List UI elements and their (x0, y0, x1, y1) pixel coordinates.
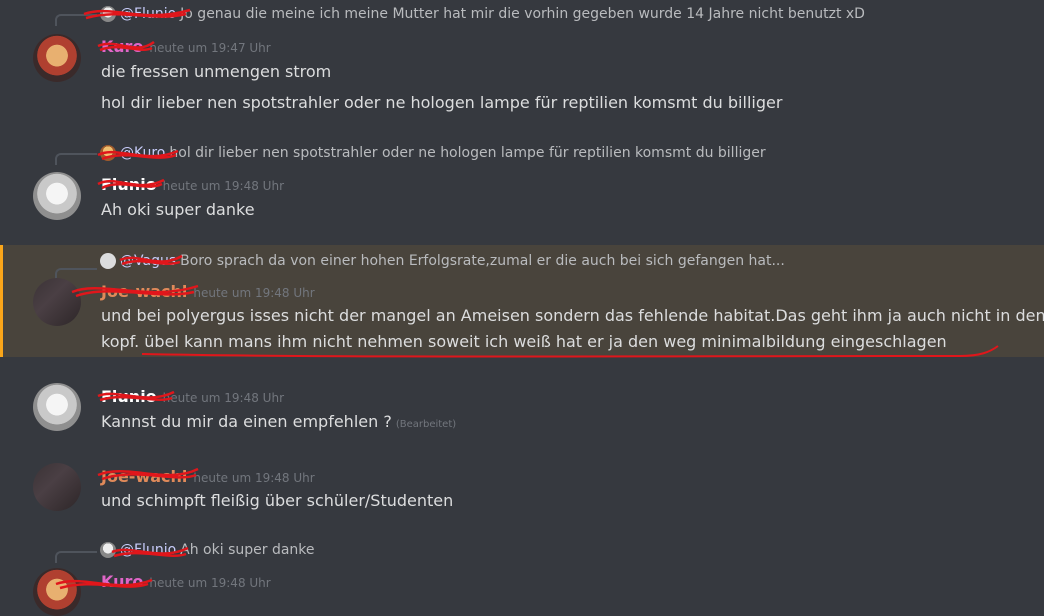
message-text: Kannst du mir da einen empfehlen ? (Bearb… (101, 411, 456, 436)
reply-preview[interactable]: @Flunio Jo genau die meine ich meine Mut… (100, 6, 865, 22)
username[interactable]: Flunio (101, 387, 157, 406)
avatar[interactable] (33, 463, 81, 511)
reply-author[interactable]: @Flunio (120, 6, 176, 22)
timestamp: heute um 19:48 Uhr (149, 576, 271, 590)
reply-preview[interactable]: @Kuro hol dir lieber nen spotstrahler od… (100, 145, 766, 161)
avatar[interactable] (33, 172, 81, 220)
message-text: die fressen unmengen strom (101, 62, 332, 81)
reply-author[interactable]: @Flunio (120, 542, 176, 558)
username[interactable]: Flunio (101, 175, 157, 194)
avatar[interactable] (33, 568, 81, 616)
message-header: Kuro heute um 19:47 Uhr (101, 37, 271, 56)
message-text: und bei polyergus isses nicht der mangel… (101, 306, 1044, 325)
message-text: hol dir lieber nen spotstrahler oder ne … (101, 93, 783, 112)
bot-avatar-icon (100, 253, 116, 269)
timestamp: heute um 19:48 Uhr (193, 471, 315, 485)
avatar[interactable] (33, 278, 81, 326)
timestamp: heute um 19:47 Uhr (149, 41, 271, 55)
timestamp: heute um 19:48 Uhr (162, 391, 284, 405)
reply-text: Boro sprach da von einer hohen Erfolgsra… (180, 253, 785, 269)
username[interactable]: Joe-wachl (101, 282, 187, 301)
edited-label: (Bearbeitet) (395, 419, 457, 430)
message-header: Flunio heute um 19:48 Uhr (101, 175, 284, 194)
message-header: Joe-wachl heute um 19:48 Uhr (101, 282, 315, 301)
reply-connector (55, 153, 97, 165)
message-body: Kannst du mir da einen empfehlen ? (101, 412, 392, 431)
message-text: Ah oki super danke (101, 200, 255, 219)
message-header: Kuro heute um 19:48 Uhr (101, 572, 271, 591)
reply-connector (55, 14, 97, 26)
message-header: Joe-wachl heute um 19:48 Uhr (101, 467, 315, 486)
reply-text: Jo genau die meine ich meine Mutter hat … (180, 6, 865, 22)
avatar[interactable] (33, 34, 81, 82)
kuro-avatar-icon (100, 145, 116, 161)
reply-text: Ah oki super danke (180, 542, 315, 558)
timestamp: heute um 19:48 Uhr (193, 286, 315, 300)
reply-preview[interactable]: @Flunio Ah oki super danke (100, 542, 315, 558)
flunio-avatar-icon (100, 6, 116, 22)
message-text: kopf. übel kann mans ihm nicht nehmen so… (101, 332, 947, 351)
avatar[interactable] (33, 383, 81, 431)
reply-connector (55, 551, 97, 563)
username[interactable]: Kuro (101, 572, 143, 591)
reply-author[interactable]: @Vagus (120, 253, 176, 269)
reply-author[interactable]: @Kuro (120, 145, 165, 161)
reply-text: hol dir lieber nen spotstrahler oder ne … (169, 145, 766, 161)
reply-preview[interactable]: @Vagus Boro sprach da von einer hohen Er… (100, 253, 785, 269)
username[interactable]: Joe-wachl (101, 467, 187, 486)
message-text: und schimpft fleißig über schüler/Studen… (101, 491, 454, 510)
username[interactable]: Kuro (101, 37, 143, 56)
timestamp: heute um 19:48 Uhr (162, 179, 284, 193)
flunio-avatar-icon (100, 542, 116, 558)
message-header: Flunio heute um 19:48 Uhr (101, 387, 284, 406)
